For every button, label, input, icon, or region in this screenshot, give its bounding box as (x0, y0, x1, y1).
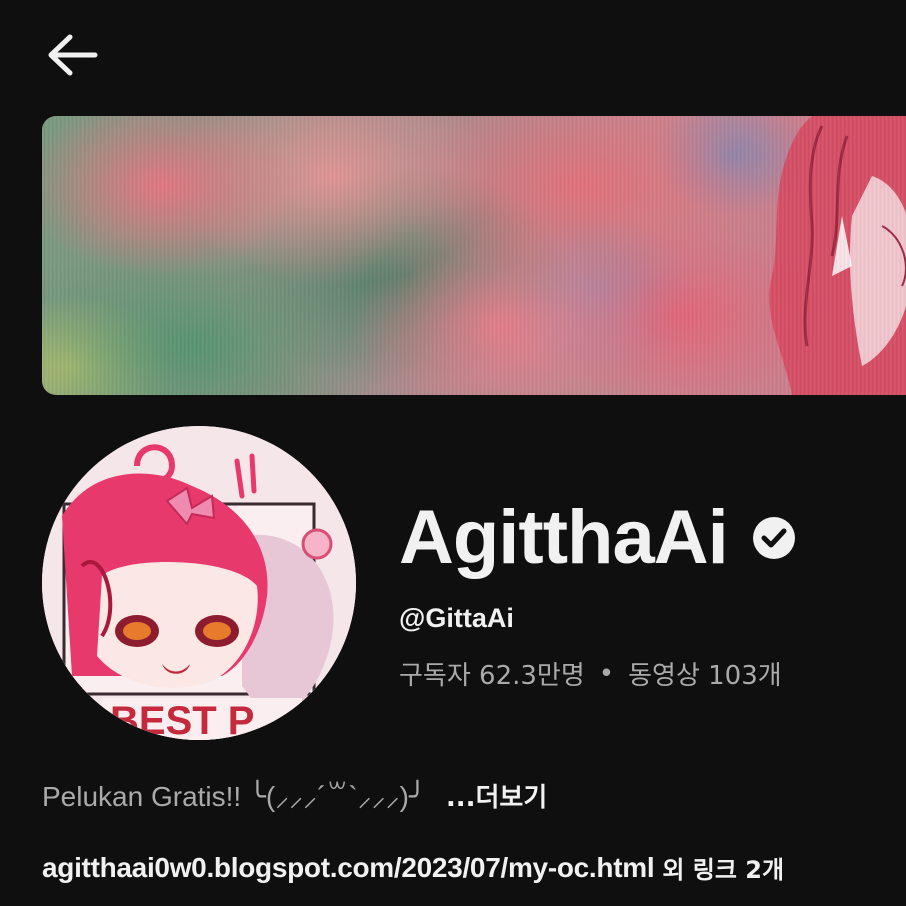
stats-separator: • (598, 658, 615, 689)
channel-name-row: AgitthaAi (399, 498, 796, 578)
svg-text:BEST P: BEST P (110, 699, 254, 740)
channel-link-url[interactable]: agitthaai0w0.blogspot.com/2023/07/my-oc.… (42, 852, 655, 884)
channel-banner (42, 116, 906, 395)
back-button[interactable] (34, 22, 110, 88)
arrow-left-icon (48, 34, 98, 76)
avatar-art: BEST P (42, 426, 356, 740)
video-count: 동영상 103개 (628, 661, 782, 691)
additional-links-label[interactable]: 외 링크 2개 (662, 850, 784, 885)
channel-description-row[interactable]: Pelukan Gratis!! ╰(⸝⸝⸝´꒳`⸝⸝⸝)╯ ...더보기 (42, 776, 547, 815)
channel-avatar[interactable]: BEST P (42, 426, 356, 740)
subscriber-count: 구독자 62.3만명 (399, 661, 585, 691)
verified-check-icon (752, 516, 796, 560)
channel-page: BEST P AgitthaAi @GittaAi 구독자 62.3만명 • 동… (0, 0, 906, 906)
channel-description: Pelukan Gratis!! ╰(⸝⸝⸝´꒳`⸝⸝⸝)╯ (42, 781, 426, 812)
channel-stats: 구독자 62.3만명 • 동영상 103개 (399, 655, 782, 692)
channel-name: AgitthaAi (399, 495, 729, 580)
banner-character-art (769, 116, 906, 395)
channel-handle: @GittaAi (399, 603, 514, 633)
more-button[interactable]: ...더보기 (446, 777, 547, 814)
channel-links[interactable]: agitthaai0w0.blogspot.com/2023/07/my-oc.… (42, 850, 784, 885)
